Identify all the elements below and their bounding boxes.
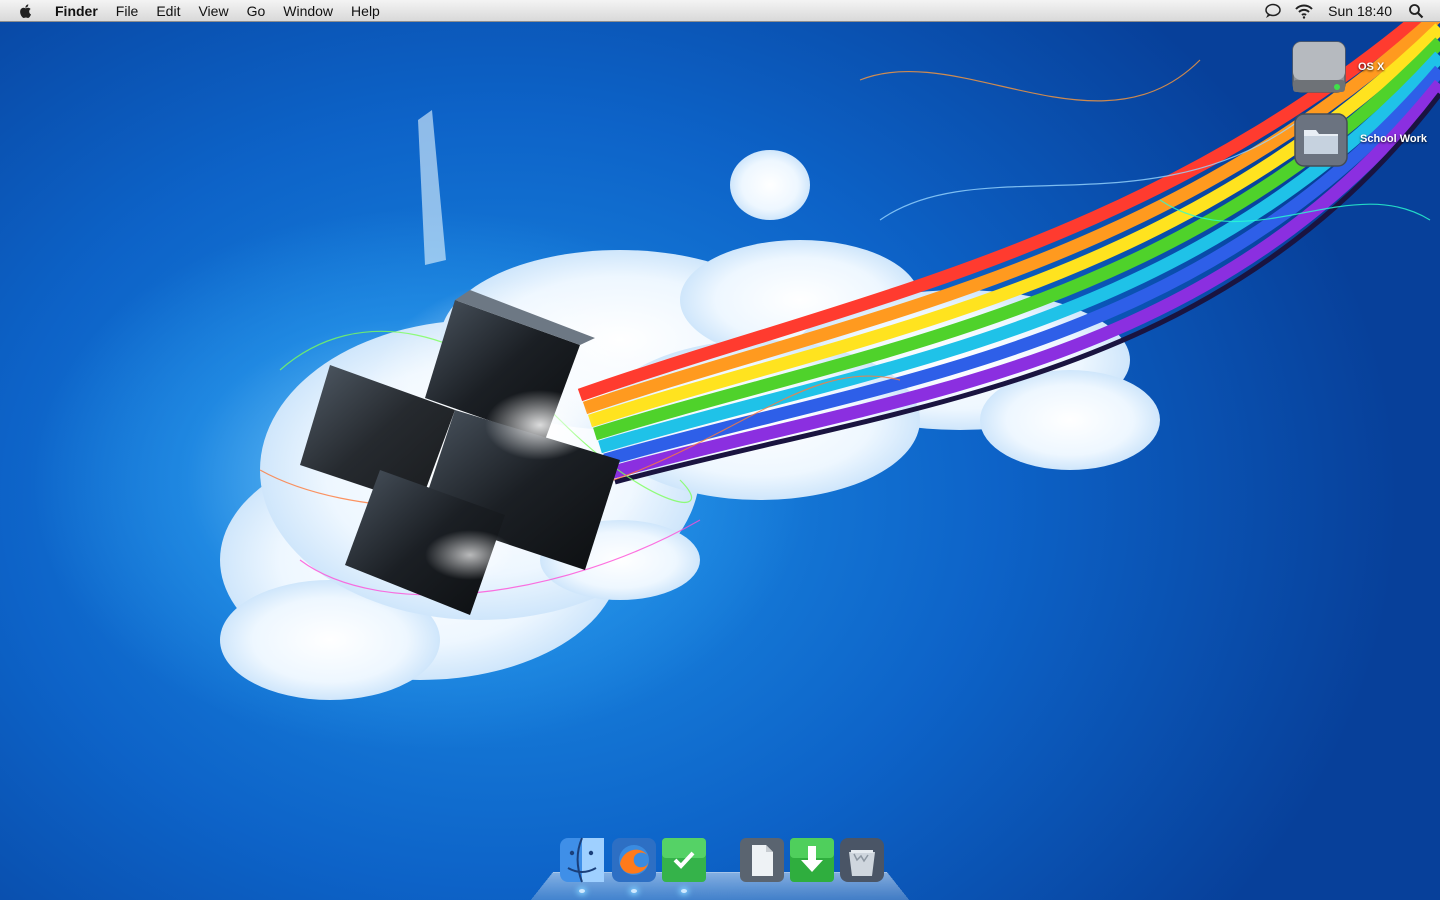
apple-logo-icon <box>20 3 31 18</box>
desktop-wallpaper <box>0 0 1440 900</box>
dock-item-documents[interactable] <box>738 836 786 884</box>
wifi-icon[interactable] <box>1288 0 1320 22</box>
dock-item-tasks[interactable] <box>660 836 708 884</box>
menu-app-finder[interactable]: Finder <box>46 0 107 22</box>
menu-go[interactable]: Go <box>238 0 275 22</box>
firefox-icon <box>612 838 656 882</box>
chat-bubble-icon[interactable] <box>1258 0 1288 22</box>
download-arrow-icon <box>790 838 834 882</box>
spotlight-magnifier-icon[interactable] <box>1402 0 1440 22</box>
menu-edit[interactable]: Edit <box>147 0 189 22</box>
running-indicator <box>579 889 585 893</box>
running-indicator <box>681 889 687 893</box>
desktop-icon-os-x[interactable]: OS X <box>1290 38 1384 96</box>
wallpaper-art <box>220 0 1440 700</box>
menu-help[interactable]: Help <box>342 0 389 22</box>
checkmark-icon <box>662 838 706 882</box>
dock-item-trash[interactable] <box>838 836 886 884</box>
hard-drive-icon <box>1292 41 1346 93</box>
desktop-icon-label: OS X <box>1358 61 1385 73</box>
desktop-icon-label: School Work <box>1360 133 1428 145</box>
menu-bar: Finder File Edit View Go Window Help Sun… <box>0 0 1440 22</box>
trash-icon <box>840 838 884 882</box>
apple-menu[interactable] <box>0 0 46 22</box>
document-icon <box>740 838 784 882</box>
running-indicator <box>631 889 637 893</box>
menu-file[interactable]: File <box>107 0 148 22</box>
folder-icon <box>1294 113 1348 167</box>
menu-window[interactable]: Window <box>274 0 342 22</box>
menu-extras: Sun 18:40 <box>1258 0 1440 22</box>
finder-icon <box>560 837 604 883</box>
menu-view[interactable]: View <box>189 0 237 22</box>
dock-item-firefox[interactable] <box>610 836 658 884</box>
dock <box>520 826 920 900</box>
desktop-icon-school-work[interactable]: School Work <box>1292 110 1427 168</box>
menubar-clock[interactable]: Sun 18:40 <box>1320 0 1402 22</box>
dock-item-downloads[interactable] <box>788 836 836 884</box>
dock-item-finder[interactable] <box>558 836 606 884</box>
